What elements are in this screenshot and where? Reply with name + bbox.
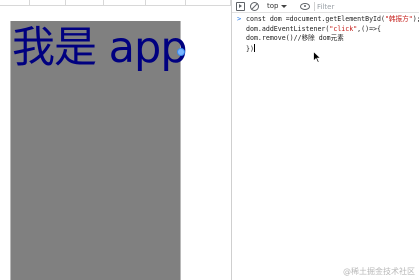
console-prompt: > <box>237 15 242 23</box>
code-line: dom.remove()//移除 dom元素 <box>246 34 344 42</box>
resize-handle[interactable] <box>177 48 185 56</box>
app-heading[interactable]: 我是 app <box>12 24 188 72</box>
top-ruler-strip <box>0 0 231 6</box>
ruler-cell <box>0 0 30 6</box>
mouse-pointer-icon <box>313 51 321 63</box>
code-line: dom.addEventListener("click",()=>{ <box>246 24 381 33</box>
watermark: @稀土掘金技术社区 <box>343 267 415 276</box>
eye-icon[interactable] <box>300 3 310 10</box>
page: 我是 app top > const dom =document.getElem… <box>0 0 419 280</box>
code-line: }) <box>246 43 255 53</box>
devtools-console-pane: top > const dom =document.getElementById… <box>232 0 419 280</box>
chevron-down-icon <box>281 5 288 8</box>
toolbar-separator <box>314 2 315 11</box>
filter-input[interactable] <box>317 1 417 12</box>
ruler-cell <box>66 0 104 6</box>
page-preview-pane: 我是 app <box>0 0 231 280</box>
ruler-cell <box>104 0 146 6</box>
clear-console-icon[interactable] <box>250 2 259 11</box>
ruler-cell <box>186 0 231 6</box>
panel-toggle-icon[interactable] <box>236 2 245 11</box>
code-line: const dom =document.getElementById("韩振方"… <box>246 15 419 23</box>
context-label: top <box>267 2 279 10</box>
context-selector[interactable]: top <box>267 1 288 12</box>
text-cursor <box>253 43 255 52</box>
console-input-code[interactable]: const dom =document.getElementById("韩振方"… <box>246 15 419 54</box>
ruler-cell <box>30 0 66 6</box>
console-toolbar: top <box>232 0 419 13</box>
ruler-cell <box>146 0 186 6</box>
